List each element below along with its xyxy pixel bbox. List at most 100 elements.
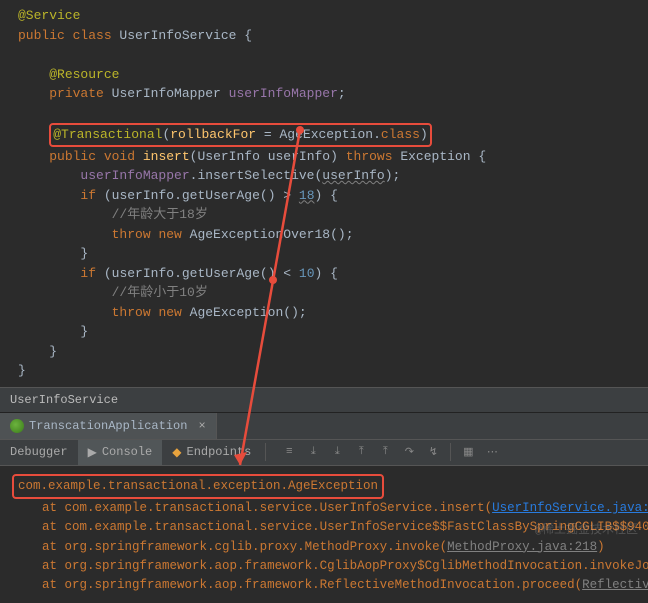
method-call: insertSelective <box>197 168 314 183</box>
method-call: getUserAge <box>182 188 260 203</box>
console-output[interactable]: com.example.transactional.exception.AgeE… <box>0 466 648 603</box>
keyword: throws <box>346 149 401 164</box>
step-over-icon[interactable]: ≡ <box>278 441 300 463</box>
brace: { <box>244 28 252 43</box>
at-text: at <box>42 520 65 534</box>
method-name: insert <box>143 149 190 164</box>
keyword: public <box>18 28 73 43</box>
step-out-icon[interactable]: ⤒ <box>350 441 372 463</box>
keyword: if <box>80 188 103 203</box>
equals: = <box>264 127 280 142</box>
stack-frame: org.springframework.aop.framework.Reflec… <box>65 578 583 592</box>
method-call: getUserAge <box>182 266 260 281</box>
paren: ); <box>385 168 401 183</box>
divider <box>450 443 451 461</box>
tab-console[interactable]: ▶ Console <box>78 440 163 465</box>
field: userInfoMapper <box>80 168 189 183</box>
keyword: class <box>73 28 120 43</box>
spring-boot-icon <box>10 419 24 433</box>
tab-label: Endpoints <box>187 445 252 459</box>
force-step-into-icon[interactable]: ⤓ <box>326 441 348 463</box>
endpoints-icon: ◆ <box>172 445 181 460</box>
brace: } <box>80 324 88 339</box>
paren: ( <box>104 188 112 203</box>
paren: ) <box>597 540 605 554</box>
operator: () < <box>260 266 299 281</box>
evaluate-icon[interactable]: ↯ <box>422 441 444 463</box>
close-icon[interactable]: × <box>198 419 205 433</box>
at-text: at <box>42 501 65 515</box>
at-text: at <box>42 540 65 554</box>
paren: (); <box>283 305 306 320</box>
annotation: @Transactional <box>53 127 162 142</box>
param-type: UserInfo <box>197 149 267 164</box>
source-link[interactable]: UserInfoService.java:30 <box>492 501 648 515</box>
source-link[interactable]: MethodProxy.java:218 <box>447 540 597 554</box>
comment: //年龄小于10岁 <box>112 285 208 300</box>
field: userInfoMapper <box>229 86 338 101</box>
paren: ) <box>420 127 428 142</box>
debug-toolbar: Debugger ▶ Console ◆ Endpoints ≡ ⤓ ⤓ ⤒ ⤒… <box>0 440 648 466</box>
keyword: class <box>381 127 420 142</box>
more-icon[interactable]: ⋯ <box>481 441 503 463</box>
brace: } <box>80 246 88 261</box>
brace: ) { <box>315 188 338 203</box>
keyword: throw <box>112 227 159 242</box>
brace: } <box>49 344 57 359</box>
annotation: @Resource <box>49 67 119 82</box>
comment: //年龄大于18岁 <box>112 207 208 222</box>
at-text: at <box>42 578 65 592</box>
semicolon: ; <box>338 86 346 101</box>
source-link[interactable]: ReflectiveMet <box>582 578 648 592</box>
run-tab[interactable]: TranscationApplication × <box>0 413 217 439</box>
tab-endpoints[interactable]: ◆ Endpoints <box>162 440 261 465</box>
at-text: at <box>42 559 65 573</box>
stack-frame: org.springframework.aop.framework.CglibA… <box>65 559 648 573</box>
class-ref: AgeException <box>279 127 373 142</box>
run-tab-bar: TranscationApplication × <box>0 413 648 440</box>
keyword: if <box>80 266 103 281</box>
highlight-annotation-box: @Transactional(rollbackFor = AgeExceptio… <box>49 123 432 147</box>
paren: ( <box>104 266 112 281</box>
dot: . <box>174 188 182 203</box>
code-editor[interactable]: @Service public class UserInfoService { … <box>0 0 648 387</box>
annotation: @Service <box>18 8 80 23</box>
exception-type: Exception <box>400 149 478 164</box>
stack-frame: com.example.transactional.service.UserIn… <box>65 501 493 515</box>
tab-label: Console <box>102 445 152 459</box>
exception-type: AgeExceptionOver18 <box>190 227 330 242</box>
stack-frame: com.example.transactional.service.UserIn… <box>65 520 648 534</box>
dot: . <box>373 127 381 142</box>
type: UserInfoMapper <box>112 86 229 101</box>
exception-type: AgeException <box>190 305 284 320</box>
brace: } <box>18 363 26 378</box>
var: userInfo <box>112 266 174 281</box>
debug-actions: ≡ ⤓ ⤓ ⤒ ⤒ ↷ ↯ ▦ ⋯ <box>278 441 503 463</box>
keyword: new <box>158 227 189 242</box>
divider <box>265 443 266 461</box>
tab-debugger[interactable]: Debugger <box>0 440 78 464</box>
number: 10 <box>299 266 315 281</box>
stack-frame: org.springframework.cglib.proxy.MethodPr… <box>65 540 448 554</box>
dot: . <box>174 266 182 281</box>
highlight-exception-box: com.example.transactional.exception.AgeE… <box>12 474 384 499</box>
run-to-cursor-icon[interactable]: ↷ <box>398 441 420 463</box>
keyword: public <box>49 149 104 164</box>
keyword: void <box>104 149 143 164</box>
keyword: new <box>158 305 189 320</box>
keyword: private <box>49 86 111 101</box>
step-into-icon[interactable]: ⤓ <box>302 441 324 463</box>
keyword: throw <box>112 305 159 320</box>
class-name: UserInfoService <box>119 28 244 43</box>
breadcrumb[interactable]: UserInfoService <box>0 387 648 413</box>
var: userInfo <box>112 188 174 203</box>
operator: () > <box>260 188 299 203</box>
paren: ) <box>330 149 346 164</box>
paren: (); <box>330 227 353 242</box>
param-name: userInfo <box>268 149 330 164</box>
argument: userInfo <box>322 168 384 183</box>
exception-class: com.example.transactional.exception.AgeE… <box>18 479 378 493</box>
drop-frame-icon[interactable]: ⤒ <box>374 441 396 463</box>
calculator-icon[interactable]: ▦ <box>457 441 479 463</box>
attribute: rollbackFor <box>170 127 264 142</box>
